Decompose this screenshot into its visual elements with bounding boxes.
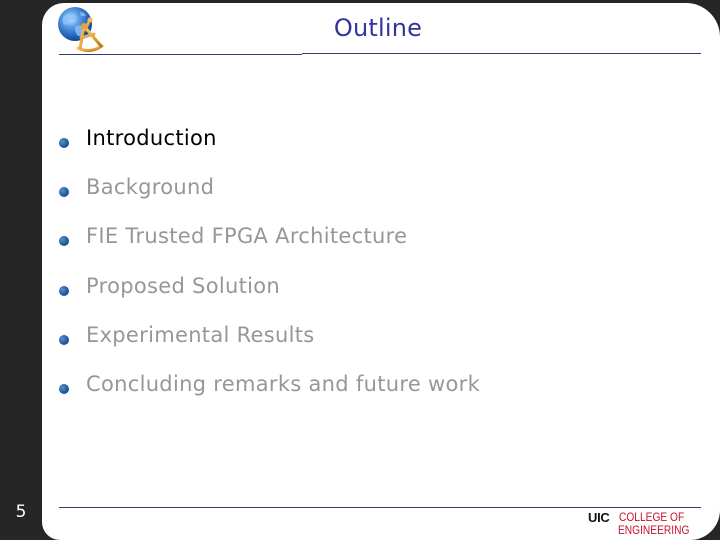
- outline-item-label: Proposed Solution: [86, 273, 281, 298]
- footer-divider: [59, 507, 701, 508]
- uic-engineering-logo: UIC COLLEGE OF ENGINEERING: [588, 510, 690, 538]
- uic-mark: UIC: [588, 510, 610, 525]
- bullet-icon: [59, 285, 69, 296]
- outline-item-label: Background: [86, 175, 215, 200]
- outline-item-label: Concluding remarks and future work: [86, 371, 481, 396]
- slide-panel: [42, 3, 720, 540]
- title-divider: [59, 54, 302, 55]
- globe-sextant-icon: [54, 4, 106, 54]
- slide-number: 5: [15, 502, 27, 522]
- slide: Outline Introduction Background FIE Trus…: [0, 0, 720, 540]
- college-line: COLLEGE OF: [619, 510, 685, 524]
- title-divider: [302, 53, 701, 54]
- outline-item-label: Experimental Results: [86, 322, 315, 347]
- bullet-icon: [59, 383, 69, 394]
- bullet-icon: [59, 334, 69, 345]
- slide-title: Outline: [333, 14, 423, 42]
- bullet-icon: [59, 138, 69, 148]
- outline-item-label: Introduction: [86, 126, 217, 150]
- engineering-line: ENGINEERING: [618, 523, 690, 537]
- outline-item-label: FIE Trusted FPGA Architecture: [86, 224, 408, 249]
